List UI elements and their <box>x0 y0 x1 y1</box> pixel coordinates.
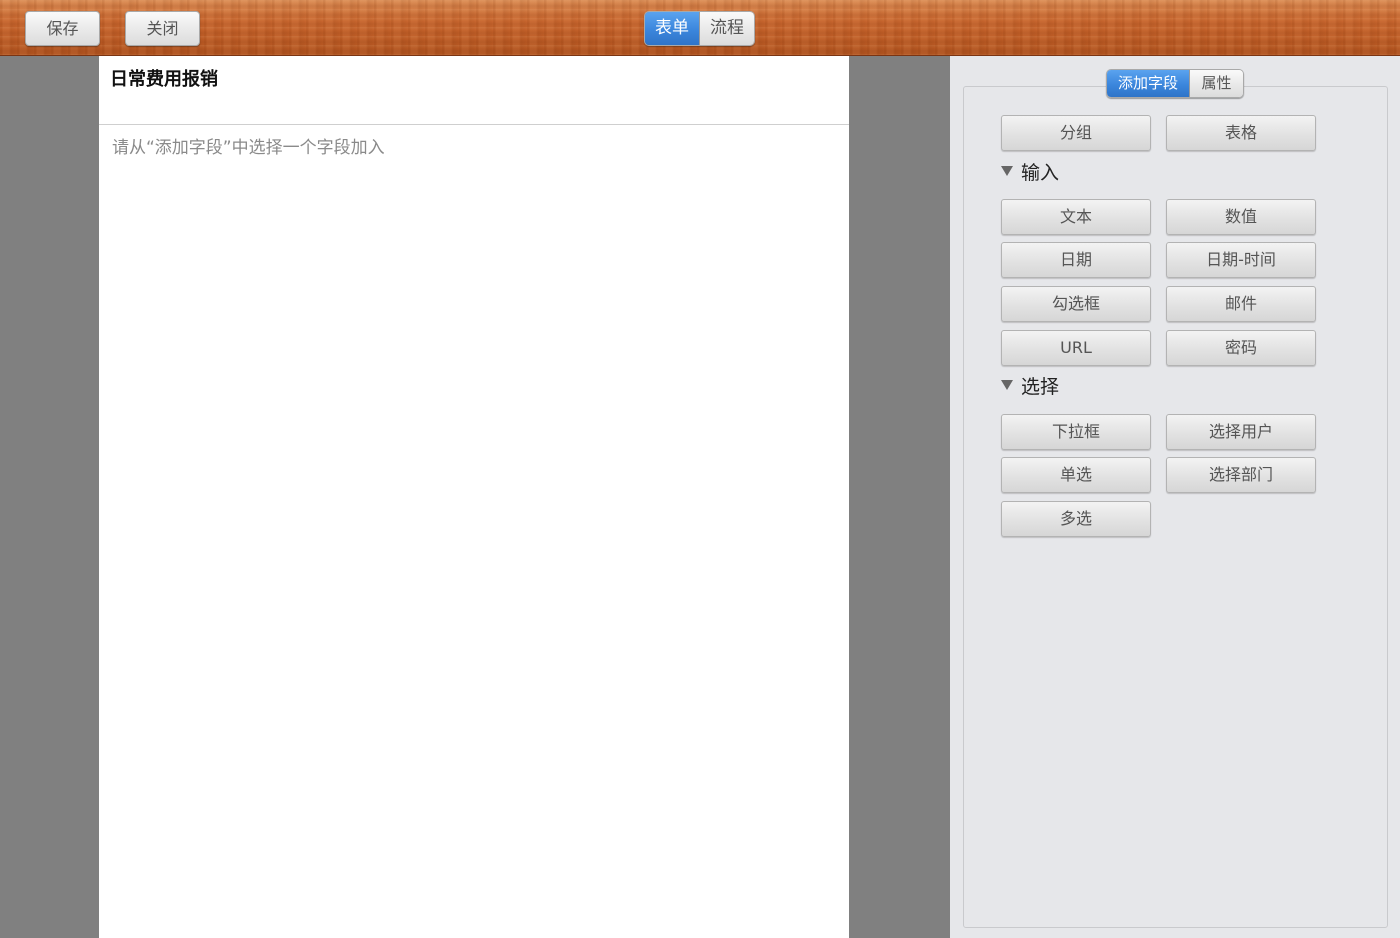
close-button[interactable]: 关闭 <box>125 11 200 46</box>
checkbox-field-button[interactable]: 勾选框 <box>1001 286 1151 322</box>
number-field-button[interactable]: 数值 <box>1166 199 1316 235</box>
save-button[interactable]: 保存 <box>25 11 100 46</box>
group-field-button[interactable]: 分组 <box>1001 115 1151 151</box>
text-field-button[interactable]: 文本 <box>1001 199 1151 235</box>
tab-properties[interactable]: 属性 <box>1190 70 1243 97</box>
dropdown-field-button[interactable]: 下拉框 <box>1001 414 1151 450</box>
form-canvas[interactable]: 日常费用报销 请从“添加字段”中选择一个字段加入 <box>99 56 849 938</box>
user-select-field-button[interactable]: 选择用户 <box>1166 414 1316 450</box>
password-field-button[interactable]: 密码 <box>1166 330 1316 366</box>
multiselect-field-button[interactable]: 多选 <box>1001 501 1151 537</box>
email-field-button[interactable]: 邮件 <box>1166 286 1316 322</box>
department-select-field-button[interactable]: 选择部门 <box>1166 457 1316 493</box>
datetime-field-button[interactable]: 日期-时间 <box>1166 242 1316 278</box>
date-field-button[interactable]: 日期 <box>1001 242 1151 278</box>
top-toolbar: 保存 关闭 表单 流程 <box>0 0 1400 56</box>
panel-tabs: 添加字段 属性 <box>1106 69 1244 98</box>
table-field-button[interactable]: 表格 <box>1166 115 1316 151</box>
view-switcher: 表单 流程 <box>644 11 755 46</box>
url-field-button[interactable]: URL <box>1001 330 1151 366</box>
radio-field-button[interactable]: 单选 <box>1001 457 1151 493</box>
tab-form[interactable]: 表单 <box>645 12 700 45</box>
triangle-down-icon <box>1001 166 1013 176</box>
triangle-down-icon <box>1001 380 1013 390</box>
section-input-label: 输入 <box>1021 161 1060 184</box>
field-panel: 添加字段 属性 分组 表格 输入 文本 数值 日期 日期-时间 勾选框 邮件 U… <box>950 56 1400 938</box>
empty-form-hint: 请从“添加字段”中选择一个字段加入 <box>112 138 385 158</box>
tab-workflow[interactable]: 流程 <box>700 12 754 45</box>
form-divider <box>99 124 849 125</box>
section-input-header[interactable]: 输入 <box>1001 158 1059 184</box>
section-select-label: 选择 <box>1021 375 1060 398</box>
form-title[interactable]: 日常费用报销 <box>110 65 218 91</box>
section-select-header[interactable]: 选择 <box>1001 372 1059 398</box>
tab-add-field[interactable]: 添加字段 <box>1107 70 1190 97</box>
